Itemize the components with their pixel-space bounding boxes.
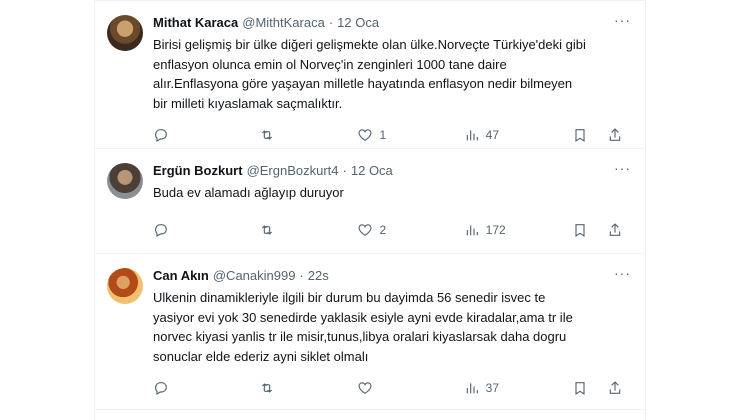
share-button[interactable] (607, 222, 631, 238)
bookmark-button[interactable] (572, 222, 596, 238)
tweet-text: Ulkenin dinamikleriyle ilgili bir durum … (153, 290, 573, 364)
author-handle[interactable]: @MithtKaraca (242, 15, 325, 30)
tweet-header: Mithat Karaca @MithtKaraca · 12 Oca (153, 13, 631, 31)
views-count: 47 (485, 128, 500, 142)
like-button[interactable]: 1 (357, 127, 463, 143)
tweet-content: Mithat Karaca @MithtKaraca · 12 Oca Biri… (153, 13, 631, 148)
like-icon (358, 129, 373, 142)
avatar[interactable] (107, 268, 143, 304)
like-count: 1 (379, 128, 387, 142)
tweet-text: Birisi gelişmiş bir ülke diğeri gelişmek… (153, 37, 586, 111)
tweet[interactable]: Ergün Bozkurt @ErgnBozkurt4 · 12 Oca Bud… (95, 149, 645, 254)
bookmark-button[interactable] (572, 380, 596, 396)
more-icon[interactable]: ··· (614, 13, 631, 27)
retweet-button[interactable] (259, 127, 357, 143)
author-handle[interactable]: @ErgnBozkurt4 (247, 163, 339, 178)
reply-icon (155, 129, 167, 143)
reply-button[interactable] (153, 127, 259, 143)
author-name[interactable]: Mithat Karaca (153, 15, 238, 30)
tweet-header: Can Akın @Canakin999 · 22s (153, 266, 631, 284)
like-icon (358, 382, 373, 395)
reply-button[interactable] (153, 222, 259, 238)
views-count: 37 (485, 381, 500, 395)
retweet-icon (262, 383, 273, 393)
like-button[interactable]: 2 (357, 222, 463, 238)
like-button[interactable] (357, 380, 463, 396)
share-button[interactable] (607, 127, 631, 143)
separator: · (328, 14, 334, 30)
tweet-actions: 1 47 (153, 119, 631, 151)
avatar[interactable] (107, 163, 143, 199)
reply-icon (155, 223, 167, 237)
tweet-content: Can Akın @Canakin999 · 22s Ulkenin dinam… (153, 266, 631, 409)
bookmark-icon (575, 223, 585, 237)
tweet[interactable]: Can Akın @Canakin999 · 22s Ulkenin dinam… (95, 254, 645, 410)
author-name[interactable]: Ergün Bozkurt (153, 163, 243, 178)
reply-button[interactable] (153, 380, 259, 396)
tweet-text: Buda ev alamadı ağlayıp duruyor (153, 185, 344, 200)
author-handle[interactable]: @Canakin999 (213, 268, 296, 283)
views-button[interactable]: 47 (464, 127, 572, 143)
share-button[interactable] (607, 380, 631, 396)
tweet-content: Ergün Bozkurt @ErgnBozkurt4 · 12 Oca Bud… (153, 161, 631, 253)
author-name[interactable]: Can Akın (153, 268, 209, 283)
tweet-timestamp[interactable]: 22s (308, 268, 329, 283)
share-icon (610, 222, 621, 236)
reply-icon (155, 382, 167, 396)
retweet-icon (262, 224, 273, 235)
timeline: Mithat Karaca @MithtKaraca · 12 Oca Biri… (94, 0, 646, 420)
retweet-button[interactable] (259, 380, 357, 396)
bookmark-icon (575, 382, 585, 396)
views-icon (466, 224, 478, 235)
share-icon (610, 128, 621, 141)
more-icon[interactable]: ··· (614, 161, 631, 175)
views-button[interactable]: 172 (464, 222, 572, 238)
tweet-actions: 2 172 (153, 214, 631, 246)
separator: · (299, 267, 304, 283)
like-count: 2 (379, 222, 387, 237)
views-button[interactable]: 37 (464, 380, 572, 396)
tweet-header: Ergün Bozkurt @ErgnBozkurt4 · 12 Oca (153, 161, 631, 179)
avatar[interactable] (107, 15, 143, 51)
separator: · (342, 162, 347, 178)
like-icon (358, 223, 373, 236)
tweet-timestamp[interactable]: 12 Oca (337, 15, 379, 30)
bookmark-button[interactable] (572, 127, 596, 143)
retweet-icon (262, 130, 273, 140)
views-icon (466, 383, 478, 394)
tweet-timestamp[interactable]: 12 Oca (351, 163, 393, 178)
tweet[interactable]: Mithat Karaca @MithtKaraca · 12 Oca Biri… (95, 0, 645, 149)
views-count: 172 (485, 222, 506, 237)
share-icon (610, 381, 621, 394)
tweet-actions: 37 (153, 372, 631, 404)
more-icon[interactable]: ··· (614, 266, 631, 280)
retweet-button[interactable] (259, 222, 357, 238)
views-icon (466, 130, 478, 141)
bookmark-icon (575, 129, 585, 143)
